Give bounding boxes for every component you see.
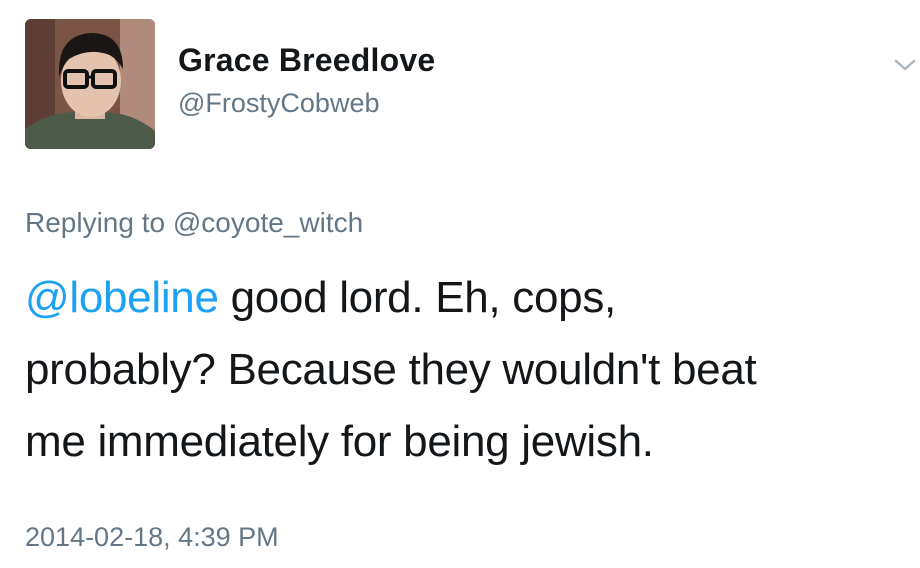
tweet-text-line-1: @lobeline good lord. Eh, cops, — [25, 262, 905, 334]
chevron-down-icon[interactable] — [894, 58, 916, 72]
user-info: Grace Breedlove @FrostyCobweb — [178, 42, 435, 119]
body-mention-link[interactable]: @lobeline — [25, 273, 219, 322]
tweet-text-line-3: me immediately for being jewish. — [25, 417, 654, 466]
user-handle[interactable]: @FrostyCobweb — [178, 87, 435, 119]
profile-photo-icon — [25, 19, 155, 149]
display-name[interactable]: Grace Breedlove — [178, 42, 435, 78]
tweet-text: @lobeline good lord. Eh, cops, probably?… — [25, 262, 905, 478]
tweet-timestamp[interactable]: 2014-02-18, 4:39 PM — [25, 521, 279, 553]
tweet-card: Grace Breedlove @FrostyCobweb Replying t… — [0, 0, 920, 568]
reply-prefix: Replying to — [25, 207, 166, 238]
tweet-text-line-1-rest: good lord. Eh, cops, — [218, 273, 617, 322]
avatar[interactable] — [25, 19, 155, 149]
reply-context: Replying to @coyote_witch — [25, 206, 363, 240]
reply-mention-link[interactable]: @coyote_witch — [173, 207, 363, 238]
tweet-text-line-2: probably? Because they wouldn't beat — [25, 345, 757, 394]
